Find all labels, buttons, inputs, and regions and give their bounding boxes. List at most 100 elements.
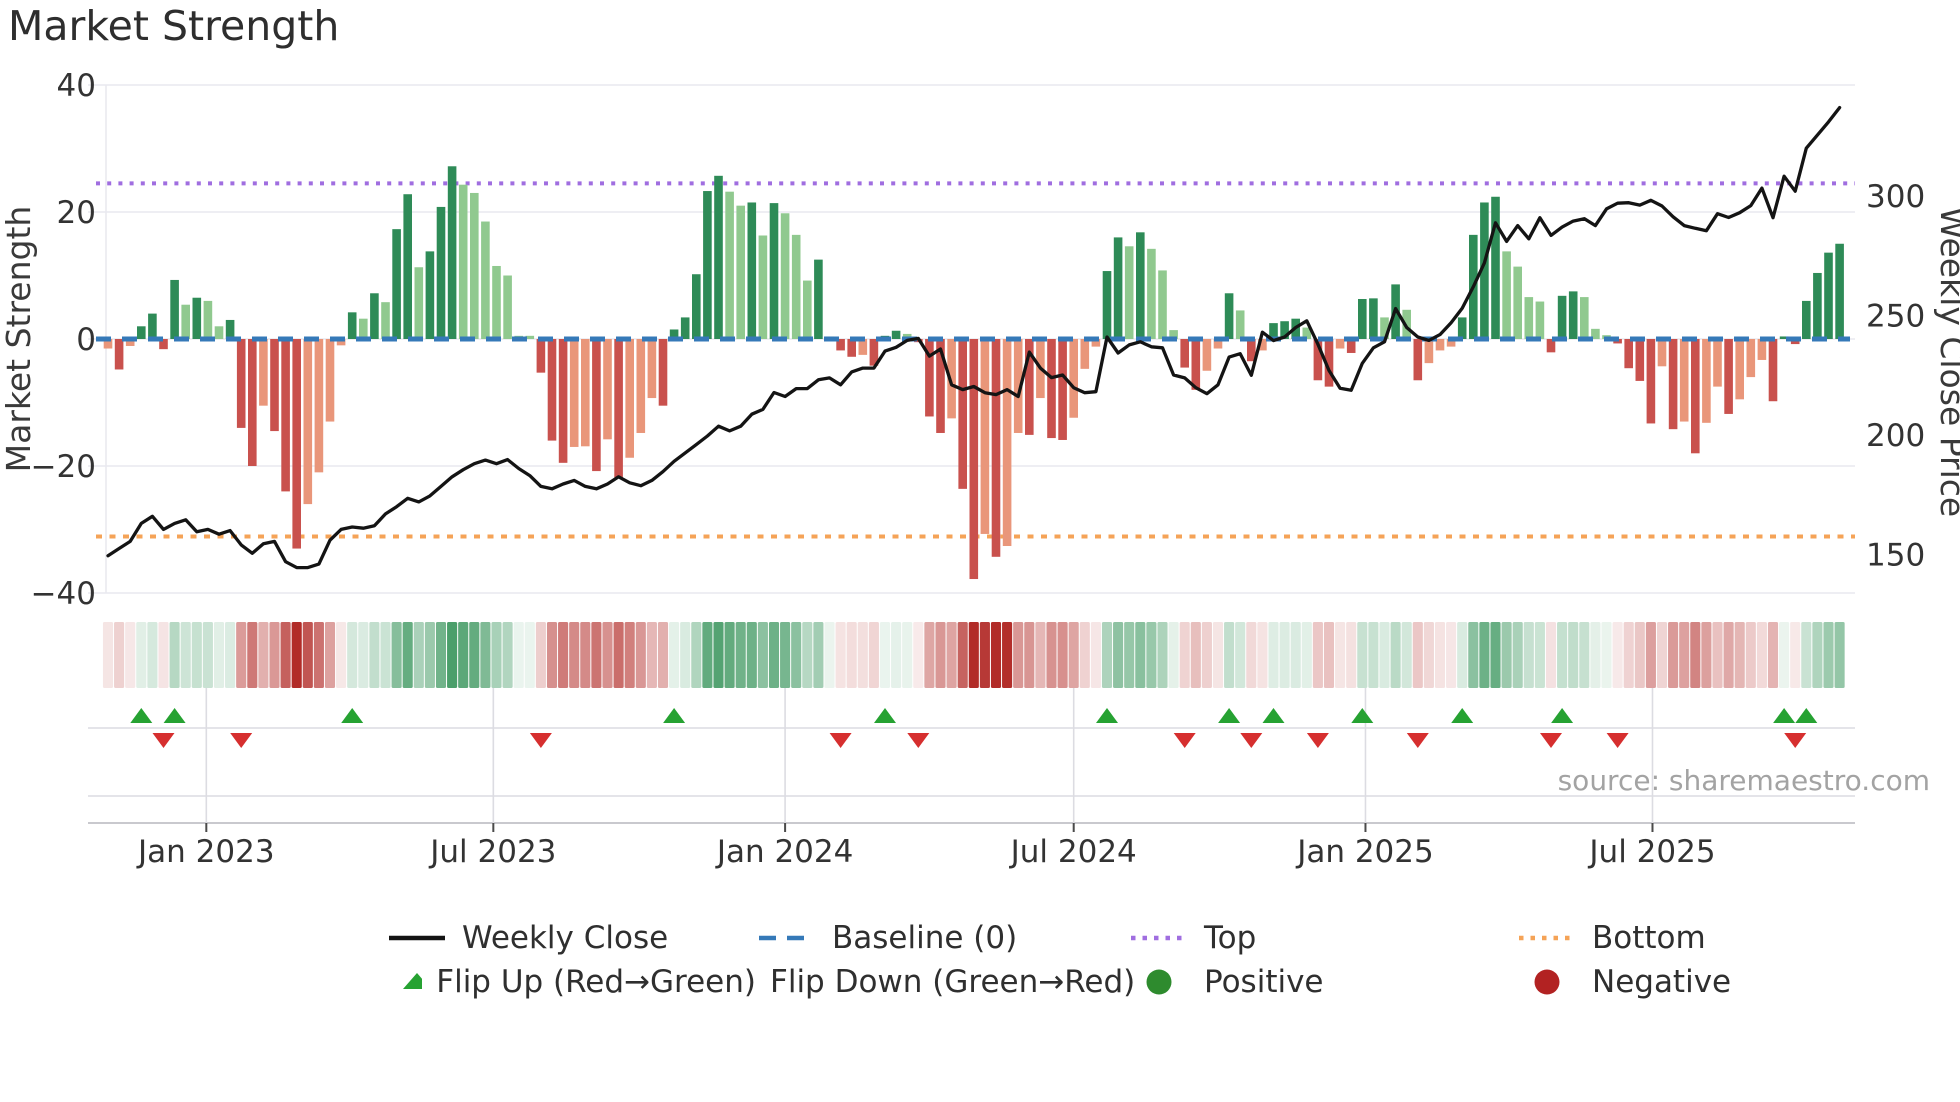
heatmap-cell bbox=[1523, 622, 1534, 688]
flip-down-icon bbox=[152, 733, 175, 748]
strength-bar bbox=[803, 280, 812, 339]
strength-bar bbox=[1835, 243, 1844, 339]
heatmap-cell bbox=[669, 622, 680, 688]
flip-down-icon bbox=[829, 733, 852, 748]
strength-bar bbox=[137, 326, 146, 339]
heatmap-cell bbox=[1668, 622, 1679, 688]
strength-bar bbox=[636, 339, 646, 433]
heatmap-cell bbox=[1390, 622, 1401, 688]
heatmap-cell bbox=[713, 622, 724, 688]
legend-label: Bottom bbox=[1592, 920, 1706, 956]
heatmap-cell bbox=[602, 622, 613, 688]
heatmap-cell bbox=[324, 622, 336, 688]
heatmap-cell bbox=[147, 622, 158, 688]
heatmap-cell bbox=[302, 622, 313, 688]
heatmap-cell bbox=[946, 622, 957, 688]
strength-bar bbox=[1824, 252, 1833, 339]
strength-bar bbox=[1180, 339, 1189, 368]
heatmap-cell bbox=[1834, 622, 1845, 688]
heatmap-cell bbox=[1579, 622, 1590, 688]
heatmap-cell bbox=[1801, 622, 1812, 688]
strength-bar bbox=[1102, 271, 1112, 339]
strength-bar bbox=[791, 234, 801, 339]
heatmap-cell bbox=[1090, 622, 1101, 688]
x-axis-ticks: Jan 2023 Jul 2023 Jan 2024 Jul 2024 Jan 2025… bbox=[136, 834, 1716, 870]
heatmap-cell bbox=[1723, 622, 1734, 688]
strength-bar bbox=[458, 184, 468, 339]
heatmap-cell bbox=[213, 622, 225, 688]
strength-bar bbox=[814, 259, 823, 339]
heatmap-cell bbox=[1401, 622, 1412, 688]
heatmap-cell bbox=[1412, 622, 1423, 688]
right-tick-label: 150 bbox=[1866, 538, 1925, 574]
heatmap-cell bbox=[269, 622, 280, 688]
heatmap-cell bbox=[1745, 622, 1756, 688]
heatmap-cell bbox=[358, 622, 369, 688]
heatmap-cell bbox=[780, 622, 791, 688]
strength-bar bbox=[1113, 237, 1123, 339]
strength-bar bbox=[581, 339, 590, 447]
heatmap-cell bbox=[1490, 622, 1501, 688]
strength-bar bbox=[1657, 339, 1667, 367]
heatmap-cell bbox=[1346, 622, 1357, 688]
right-tick-label: 250 bbox=[1866, 299, 1925, 335]
flip-up-icon bbox=[1218, 708, 1241, 723]
flip-up-icon bbox=[1795, 708, 1818, 723]
heatmap-cell bbox=[1423, 622, 1434, 688]
flip-down-icon bbox=[1784, 733, 1807, 748]
strength-bar bbox=[225, 319, 235, 339]
heatmap-cell bbox=[1179, 622, 1190, 688]
heatmap-cell bbox=[469, 622, 480, 688]
heatmap-cell bbox=[347, 622, 358, 688]
heatmap-cell bbox=[1124, 622, 1135, 688]
legend-label: Top bbox=[1204, 920, 1257, 956]
strength-bar bbox=[547, 339, 557, 441]
heatmap-cell bbox=[846, 622, 857, 688]
strength-bar bbox=[625, 339, 634, 458]
heatmap-cell bbox=[202, 622, 213, 688]
heatmap-cell bbox=[1656, 622, 1668, 688]
heatmap-cell bbox=[1135, 622, 1146, 688]
heatmap-cell bbox=[1634, 622, 1645, 688]
legend-item: Baseline (0) bbox=[756, 920, 1128, 956]
heatmap-cell bbox=[691, 622, 702, 688]
flip-up-icon bbox=[130, 708, 153, 723]
strength-bar bbox=[714, 175, 723, 339]
heatmap-cell bbox=[1690, 622, 1701, 688]
x-tick-label: Jul 2025 bbox=[1587, 834, 1715, 870]
flip-down-icon bbox=[529, 733, 552, 748]
heatmap-cell bbox=[1013, 622, 1024, 688]
heatmap-cell bbox=[1767, 622, 1779, 688]
heatmap-cell bbox=[513, 622, 524, 688]
legend-item: Flip Down (Green→Red) bbox=[756, 964, 1135, 1000]
heatmap-cell bbox=[258, 622, 269, 688]
heatmap-cell bbox=[1046, 622, 1057, 688]
strength-bar bbox=[1668, 339, 1678, 430]
heatmap-cell bbox=[524, 622, 535, 688]
strength-bar bbox=[148, 313, 157, 339]
left-axis-title: Market Strength bbox=[0, 206, 38, 473]
legend-line-icon bbox=[389, 935, 445, 941]
strength-bar bbox=[492, 265, 501, 339]
left-tick-label: −40 bbox=[31, 576, 96, 612]
strength-bar bbox=[536, 339, 546, 373]
right-tick-label: 200 bbox=[1866, 418, 1925, 454]
heatmap-cell bbox=[1623, 622, 1634, 688]
flip-down-icon bbox=[230, 733, 253, 748]
heatmap-cell bbox=[1590, 622, 1601, 688]
heatmap-cell bbox=[1568, 622, 1579, 688]
heatmap-cell bbox=[680, 622, 691, 688]
heatmap-cell bbox=[1190, 622, 1201, 688]
heatmap-cell bbox=[768, 622, 780, 688]
heatmap-cell bbox=[1645, 622, 1656, 688]
heatmap-cell bbox=[1479, 622, 1490, 688]
strength-bar bbox=[325, 339, 335, 422]
heatmap-cell bbox=[558, 622, 569, 688]
strength-bar bbox=[1557, 295, 1567, 339]
heatmap-cell bbox=[1146, 622, 1157, 688]
heatmap-cell bbox=[1557, 622, 1568, 688]
strength-bar bbox=[1369, 298, 1378, 339]
heatmap-cell bbox=[236, 622, 247, 688]
heatmap-cell bbox=[458, 622, 469, 688]
heatmap-cell bbox=[1679, 622, 1690, 688]
